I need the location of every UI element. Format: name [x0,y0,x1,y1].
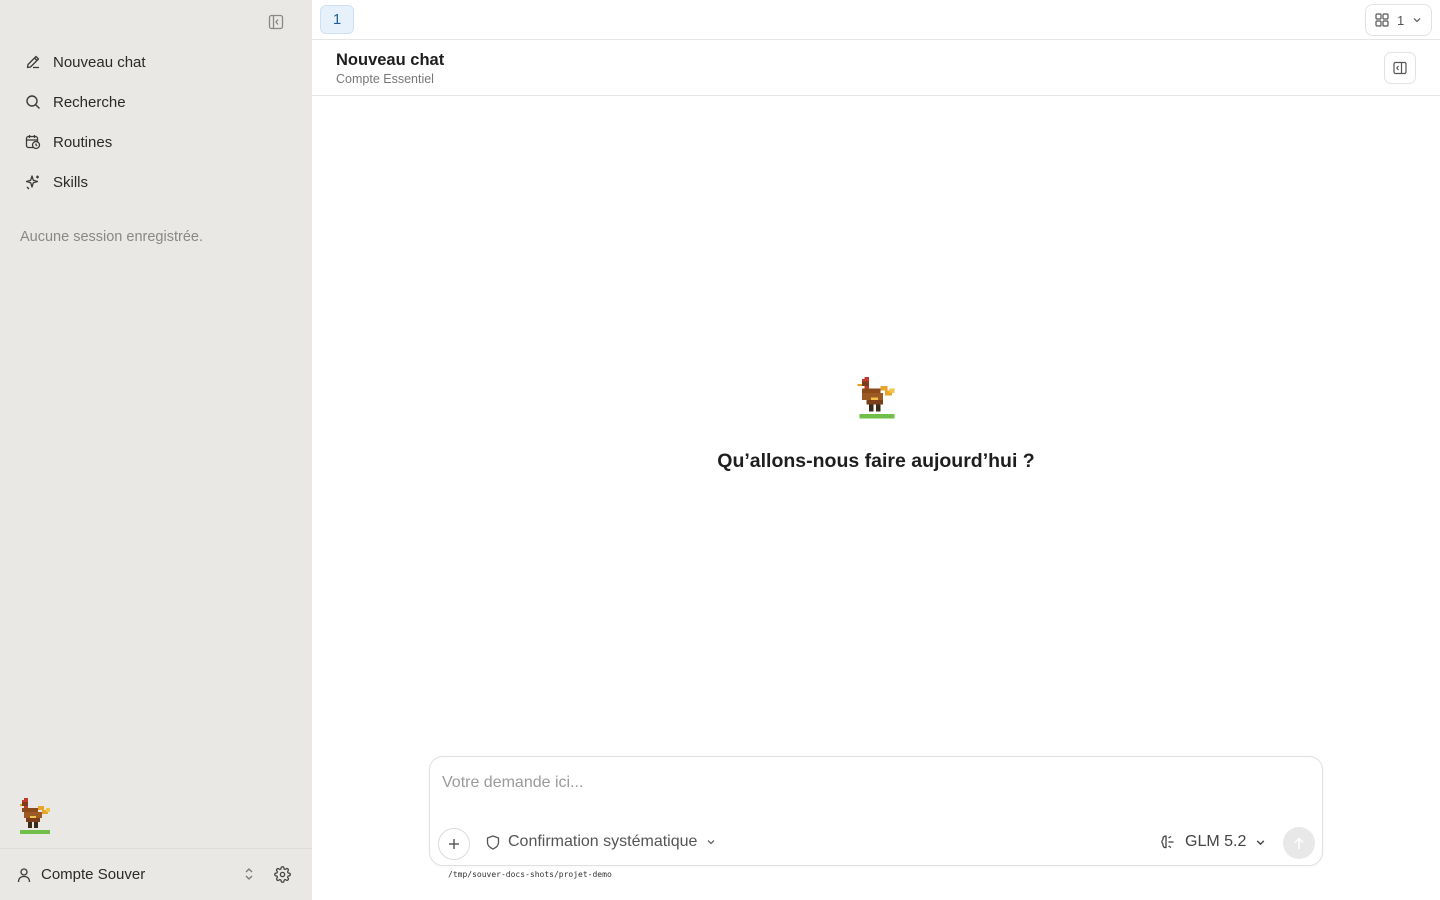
brain-icon [1160,834,1176,850]
account-name: Compte Souver [41,866,146,883]
chevron-down-icon [1255,837,1266,848]
sidebar-item-search[interactable]: Recherche [12,82,300,122]
tab-bar: 1 1 [312,0,1440,40]
sidebar-nav: Nouveau chat Recherche Routines Skills [12,42,300,202]
model-selector[interactable]: GLM 5.2 [1160,833,1266,851]
send-button[interactable] [1283,827,1315,859]
sidebar-item-routines[interactable]: Routines [12,122,300,162]
page-title: Nouveau chat [336,51,445,69]
gear-icon [273,865,291,883]
grid-icon [1375,13,1389,27]
prompt-input[interactable] [442,771,1302,795]
model-label: GLM 5.2 [1185,833,1247,850]
account-button[interactable]: Compte Souver [16,866,145,884]
permission-mode-label: Confirmation systématique [508,833,698,850]
sidebar: Nouveau chat Recherche Routines Skills A… [0,0,312,900]
chevron-up-down-icon [245,868,253,880]
collapse-sidebar-button[interactable] [264,10,288,34]
pencil-icon [24,53,42,71]
composer: Confirmation systématique GLM 5.2 [429,756,1323,866]
sidebar-toggle-icon [268,14,284,30]
calendar-clock-icon [24,133,42,151]
permission-mode-selector[interactable]: Confirmation systématique [486,833,716,851]
layout-selector-button[interactable]: 1 [1365,4,1432,36]
tab-1[interactable]: 1 [320,5,354,34]
sparkle-icon [24,173,42,191]
chevron-down-icon [706,837,716,847]
shield-icon [486,834,500,850]
add-attachment-button[interactable] [438,828,470,860]
sidebar-footer: Compte Souver [0,848,312,900]
user-icon [16,866,34,884]
chevron-down-icon [1413,18,1421,23]
sidebar-item-label: Nouveau chat [53,53,146,71]
welcome-heading: Qu’allons-nous faire aujourd’hui ? [717,450,1035,472]
sidebar-item-label: Recherche [53,93,126,111]
working-directory-path: /tmp/souver-docs-shots/projet-demo [448,870,612,879]
sidebar-item-skills[interactable]: Skills [12,162,300,202]
search-icon [24,93,42,111]
chat-header: Nouveau chat Compte Essentiel [312,40,1440,96]
rooster-mascot [857,376,895,419]
sidebar-item-label: Skills [53,173,89,191]
panel-right-icon [1393,61,1407,75]
toggle-right-panel-button[interactable] [1384,52,1416,84]
settings-button[interactable] [272,864,292,884]
sidebar-item-label: Routines [53,133,113,151]
empty-sessions-text: Aucune session enregistrée. [20,229,203,245]
plus-icon [449,839,459,849]
layout-count: 1 [1397,12,1405,28]
rooster-logo [20,798,50,834]
main-area: 1 1 Nouveau chat Compte Essentiel Qu’all… [312,0,1440,900]
account-switcher-button[interactable] [240,865,258,883]
arrow-up-icon [1294,836,1304,849]
page-subtitle: Compte Essentiel [336,72,434,86]
sidebar-item-new-chat[interactable]: Nouveau chat [12,42,300,82]
